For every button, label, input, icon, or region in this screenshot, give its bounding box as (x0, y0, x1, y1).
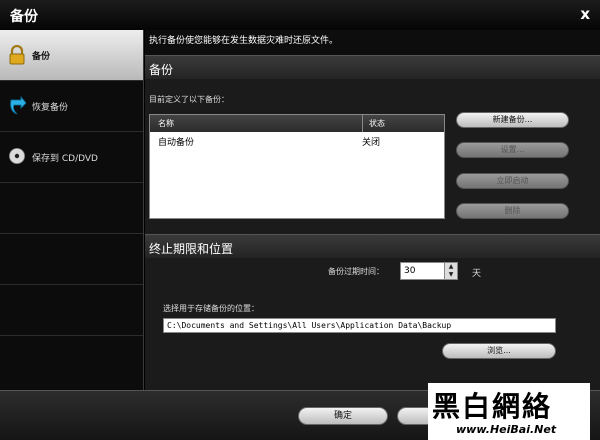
sidebar-item-backup[interactable]: 备份 (0, 30, 143, 81)
backup-location-field[interactable]: C:\Documents and Settings\All Users\Appl… (163, 318, 556, 333)
expiry-days-value: 30 (404, 266, 416, 276)
new-backup-button[interactable]: 新建备份... (456, 112, 569, 128)
window-title: 备份 (10, 9, 38, 25)
sidebar-empty-slot (0, 234, 143, 285)
restore-arrow-icon (10, 96, 26, 115)
main-panel: 执行备份使您能够在发生数据灾难时还原文件。 备份 目前定义了以下备份： 名称 状… (145, 30, 600, 390)
sidebar-item-label: 备份 (32, 51, 51, 62)
ok-button[interactable]: 确定 (298, 407, 388, 425)
expiry-unit: 天 (472, 269, 482, 279)
chevron-down-icon[interactable]: ▼ (445, 271, 457, 279)
watermark-text: 黑白網絡 (432, 390, 553, 423)
settings-button[interactable]: 设置... (456, 142, 569, 158)
list-header: 名称 状态 (150, 115, 444, 132)
expiry-label: 备份过期时间： (328, 267, 384, 276)
close-icon[interactable]: x (580, 5, 590, 23)
watermark-url: www.HeiBai.Net (456, 423, 557, 436)
sidebar-item-save-cd[interactable]: 保存到 CD/DVD (0, 132, 143, 183)
table-row[interactable]: 自动备份 关闭 (150, 132, 444, 148)
sidebar-item-label: 保存到 CD/DVD (32, 153, 98, 164)
browse-button[interactable]: 浏览... (442, 343, 556, 359)
expiry-section-heading: 终止期限和位置 (145, 234, 600, 258)
sidebar-empty-slot (0, 285, 143, 336)
row-name: 自动备份 (158, 138, 195, 148)
column-header-status[interactable]: 状态 (362, 115, 385, 132)
backup-list[interactable]: 名称 状态 自动备份 关闭 (149, 114, 445, 219)
disc-icon (9, 148, 25, 164)
watermark-logo: 黑白網絡 www.HeiBai.Net (428, 383, 590, 440)
stepper-arrows[interactable]: ▲ ▼ (444, 263, 457, 279)
row-status: 关闭 (362, 138, 381, 148)
sidebar: 备份 恢复备份 保存到 CD/DVD (0, 30, 144, 390)
expiry-days-stepper[interactable]: 30 ▲ ▼ (400, 262, 458, 280)
location-label: 选择用于存储备份的位置： (163, 304, 259, 313)
sidebar-item-label: 恢复备份 (32, 102, 69, 113)
sidebar-empty-slot (0, 183, 143, 234)
chevron-up-icon[interactable]: ▲ (445, 263, 457, 271)
backup-section-heading: 备份 (145, 55, 600, 79)
title-bar: 备份 x (0, 0, 600, 30)
backup-list-label: 目前定义了以下备份： (149, 95, 229, 104)
sidebar-item-restore[interactable]: 恢复备份 (0, 81, 143, 132)
intro-text: 执行备份使您能够在发生数据灾难时还原文件。 (145, 30, 600, 55)
column-header-name[interactable]: 名称 (158, 118, 174, 129)
delete-button[interactable]: 删除 (456, 203, 569, 219)
start-now-button[interactable]: 立即启动 (456, 173, 569, 189)
lock-icon (9, 45, 25, 65)
